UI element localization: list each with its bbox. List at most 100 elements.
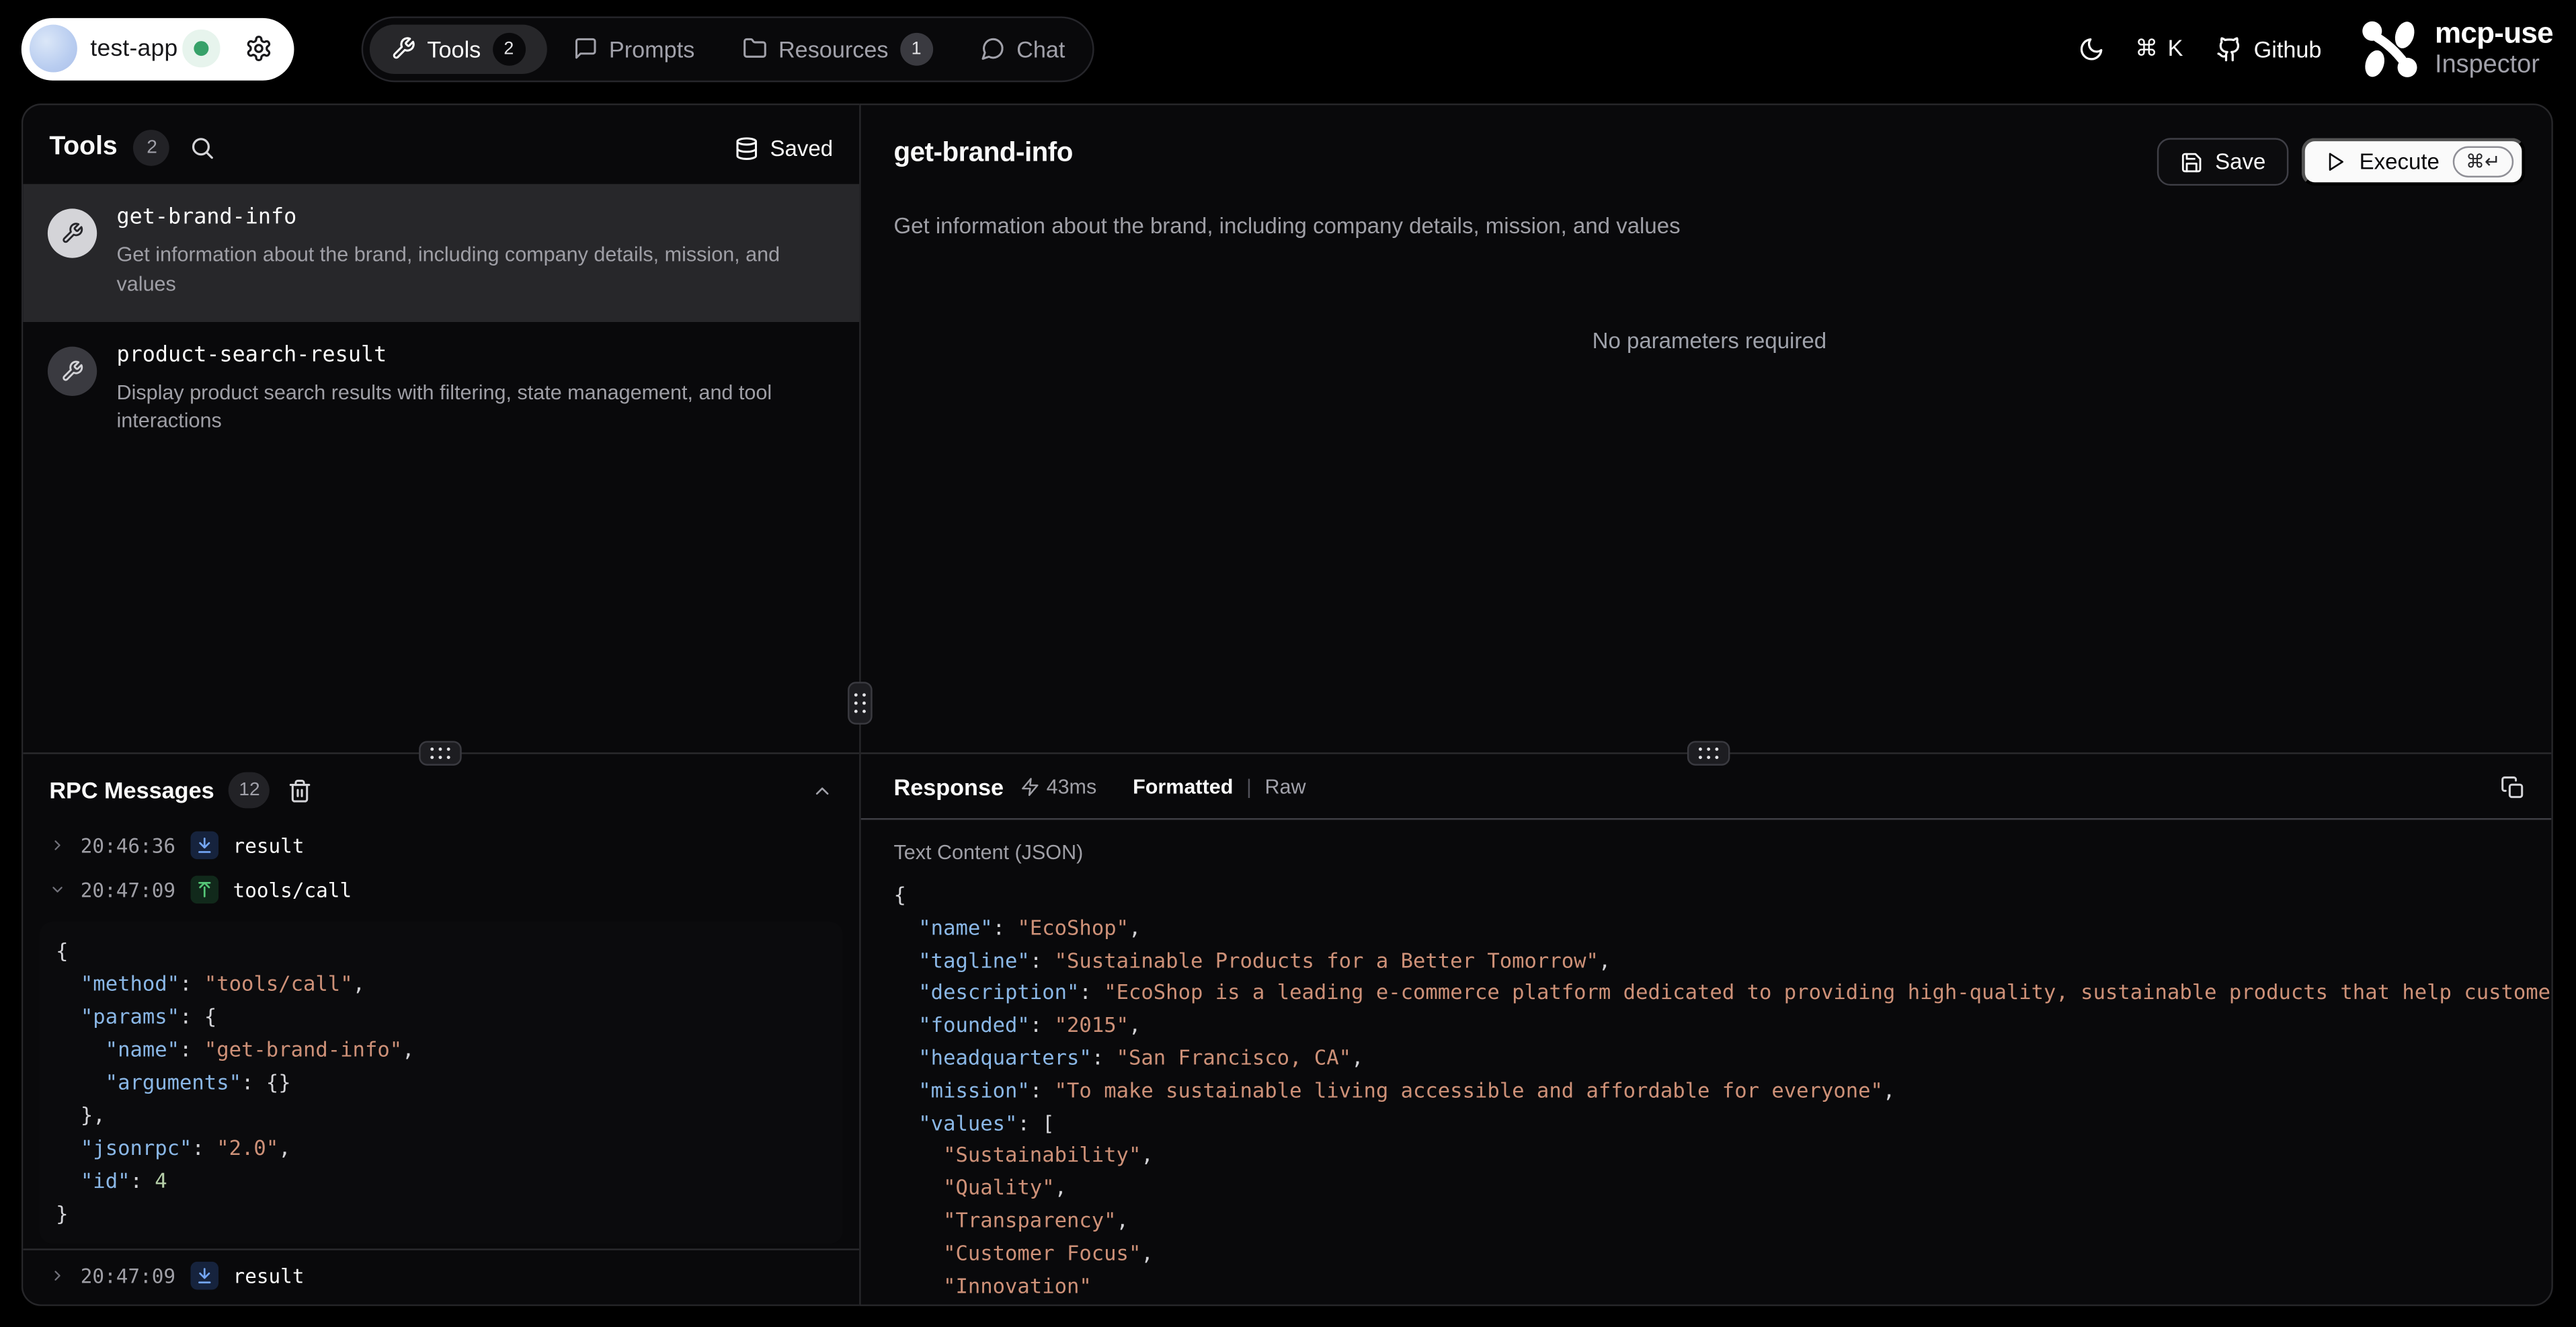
- copy-icon: [2501, 774, 2526, 799]
- code-token: [893, 1207, 943, 1232]
- tool-item-get-brand-info[interactable]: get-brand-info Get information about the…: [23, 184, 859, 321]
- code-token: [893, 1078, 918, 1102]
- tab-tools-label: Tools: [427, 36, 481, 62]
- dark-mode-toggle[interactable]: [2078, 36, 2104, 62]
- main-nav: Tools 2 Prompts Resources 1 Cha: [362, 15, 1095, 81]
- code-line: "name": "EcoShop",: [893, 912, 2551, 944]
- code-token: [893, 1240, 943, 1265]
- code-token: "params": [81, 1004, 179, 1029]
- tab-chat[interactable]: Chat: [959, 24, 1087, 73]
- tab-prompts[interactable]: Prompts: [551, 24, 716, 73]
- code-token: ,: [402, 1037, 414, 1061]
- tab-tools[interactable]: Tools 2: [370, 24, 547, 73]
- rpc-messages-title: RPC Messages: [49, 777, 214, 803]
- horizontal-resize-handle-right[interactable]: [1687, 741, 1730, 766]
- tool-item-product-search-result[interactable]: product-search-result Display product se…: [23, 321, 859, 458]
- tool-description: Get information about the brand, includi…: [117, 241, 823, 300]
- code-token: "name": [106, 1037, 179, 1061]
- code-line: "method": "tools/call",: [56, 967, 826, 1000]
- chevron-up-icon: [811, 780, 833, 801]
- rpc-messages-section: RPC Messages 12 20:46:36: [23, 754, 859, 1305]
- code-token: :: [179, 1037, 204, 1061]
- code-token: "Quality": [943, 1175, 1055, 1200]
- trash-icon: [288, 778, 313, 803]
- code-token: "name": [918, 915, 992, 940]
- save-button[interactable]: Save: [2158, 138, 2289, 186]
- response-body: Text Content (JSON) { "name": "EcoShop",…: [861, 820, 2552, 1305]
- raw-toggle[interactable]: Raw: [1264, 776, 1305, 799]
- save-label: Save: [2215, 149, 2265, 174]
- code-token: "Sustainable Products for a Better Tomor…: [1055, 947, 1599, 972]
- code-token: "Sustainability": [943, 1142, 1141, 1167]
- server-avatar: [30, 25, 77, 73]
- resources-count-badge: 1: [900, 32, 933, 65]
- code-line: "Customer Focus",: [893, 1237, 2551, 1269]
- code-token: : {}: [241, 1070, 291, 1094]
- search-icon[interactable]: [190, 134, 216, 161]
- code-line: }: [56, 1198, 826, 1231]
- tool-description: Display product search results with filt…: [117, 378, 823, 437]
- formatted-toggle[interactable]: Formatted: [1133, 776, 1233, 799]
- mcp-use-logo-icon: [2360, 17, 2422, 80]
- rpc-timestamp: 20:46:36: [81, 834, 175, 856]
- tool-title: get-brand-info: [893, 138, 1072, 169]
- code-line: {: [56, 935, 826, 968]
- code-token: "mission": [918, 1078, 1030, 1102]
- code-line: {: [893, 879, 2551, 911]
- tool-detail-section: get-brand-info Save Execute: [861, 105, 2552, 754]
- tab-resources[interactable]: Resources 1: [721, 24, 954, 73]
- code-token: :: [993, 915, 1018, 940]
- code-token: "description": [918, 980, 1079, 1005]
- tool-description: Get information about the brand, includi…: [893, 214, 2525, 239]
- rpc-timestamp: 20:47:09: [81, 878, 175, 901]
- github-link[interactable]: Github: [2216, 36, 2321, 62]
- code-token: [893, 915, 918, 940]
- execute-button[interactable]: Execute ⌘↵: [2302, 138, 2525, 186]
- code-token: [893, 1142, 943, 1167]
- code-token: [893, 980, 918, 1005]
- code-token: "tagline": [918, 947, 1030, 972]
- response-latency: 43ms: [1020, 776, 1096, 799]
- clear-messages-button[interactable]: [288, 778, 313, 803]
- save-icon: [2181, 151, 2204, 173]
- execute-label: Execute: [2360, 149, 2440, 174]
- rpc-message-row[interactable]: 20:47:09 result: [23, 1248, 859, 1304]
- rpc-method-label: result: [233, 834, 305, 856]
- code-token: "2015": [1055, 1012, 1129, 1037]
- received-arrow-icon: [190, 1262, 218, 1290]
- tools-header: Tools 2 Saved: [23, 105, 859, 184]
- tools-title: Tools: [49, 133, 117, 163]
- vertical-resize-handle[interactable]: [848, 682, 873, 725]
- tab-resources-label: Resources: [778, 36, 889, 62]
- code-line: },: [56, 1099, 826, 1132]
- tab-chat-label: Chat: [1016, 36, 1065, 62]
- rpc-message-list: 20:46:36 result 20:47:09: [23, 823, 859, 912]
- code-token: :: [1030, 1078, 1055, 1102]
- connection-pill[interactable]: test-app: [22, 17, 294, 80]
- app-root: test-app Tools 2 Prompts: [0, 0, 2576, 1327]
- code-token: [56, 971, 81, 996]
- code-token: ,: [1351, 1045, 1363, 1070]
- code-token: [893, 1045, 918, 1070]
- settings-gear-icon[interactable]: [245, 34, 273, 63]
- response-json-block: { "name": "EcoShop", "tagline": "Sustain…: [893, 879, 2551, 1301]
- wrench-icon: [48, 208, 97, 257]
- github-label: Github: [2254, 36, 2322, 62]
- brand-subtitle: Inspector: [2435, 53, 2553, 79]
- code-line: "name": "get-brand-info",: [56, 1033, 826, 1066]
- code-token: "Innovation": [943, 1273, 1092, 1297]
- database-icon: [734, 136, 759, 161]
- rpc-message-row[interactable]: 20:46:36 result: [23, 823, 859, 867]
- top-bar-right: ⌘ K Github mcp-use Inspector: [2078, 17, 2553, 80]
- code-line: "arguments": {}: [56, 1066, 826, 1099]
- received-arrow-icon: [190, 832, 218, 860]
- command-k-shortcut[interactable]: ⌘ K: [2135, 34, 2185, 63]
- horizontal-resize-handle-left[interactable]: [419, 741, 462, 766]
- saved-button[interactable]: Saved: [734, 136, 833, 161]
- code-token: "Customer Focus": [943, 1240, 1141, 1265]
- rpc-method-label: tools/call: [233, 878, 352, 901]
- copy-button[interactable]: [2501, 774, 2526, 799]
- rpc-message-row[interactable]: 20:47:09 tools/call: [23, 867, 859, 912]
- code-line: "tagline": "Sustainable Products for a B…: [893, 944, 2551, 976]
- collapse-panel-button[interactable]: [811, 780, 833, 801]
